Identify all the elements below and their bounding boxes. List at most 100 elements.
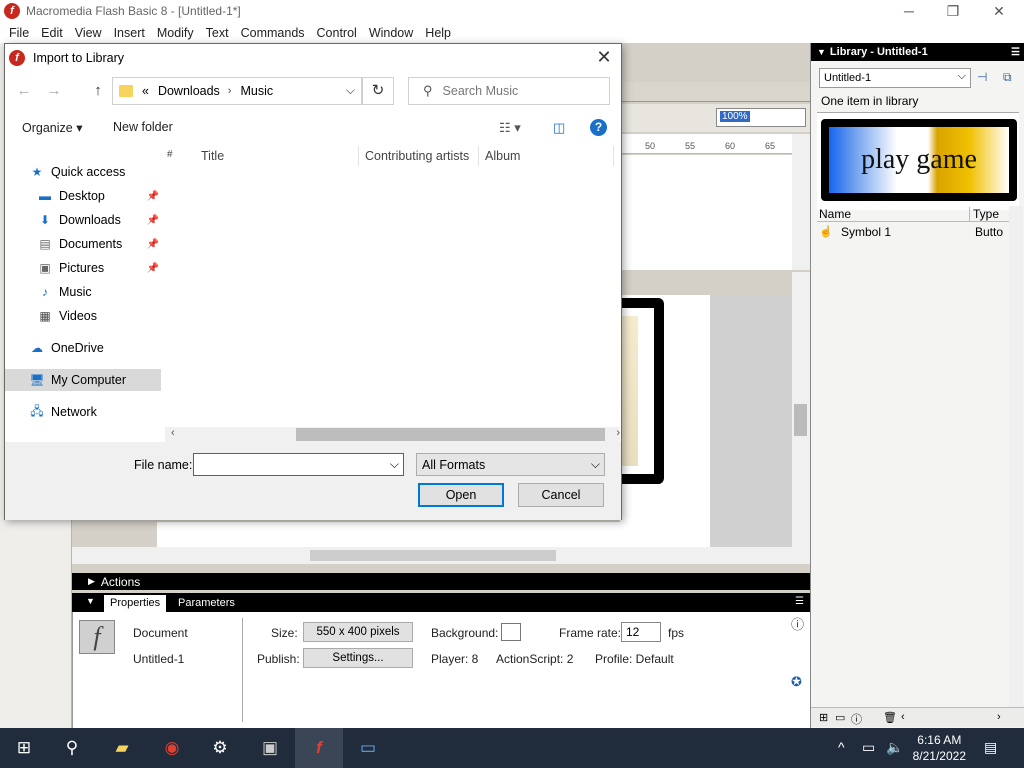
new-folder-icon[interactable]: ▭ [835, 711, 845, 724]
menu-commands[interactable]: Commands [235, 26, 311, 40]
file-explorer-icon[interactable]: ▰ [98, 728, 146, 768]
pin-library-icon[interactable]: ⊣ [977, 70, 987, 84]
cancel-button[interactable]: Cancel [518, 483, 604, 507]
nav-my-computer[interactable]: 🖥 My Computer [5, 369, 161, 391]
column-number[interactable]: # [167, 149, 173, 160]
background-color-swatch[interactable] [501, 623, 521, 641]
nav-desktop[interactable]: ▬ Desktop 📌 [5, 185, 161, 207]
start-windows-icon[interactable]: ⊞ [0, 728, 48, 768]
nav-music[interactable]: ♪ Music [5, 281, 161, 303]
scroll-right-icon[interactable]: › [616, 427, 620, 439]
notification-icon[interactable]: ▤ [984, 739, 997, 756]
filename-input[interactable]: ⌵ [193, 453, 404, 476]
chevron-down-icon[interactable]: ⌵ [390, 457, 399, 472]
properties-icon[interactable]: ⓘ [851, 711, 862, 727]
collapse-triangle-icon[interactable]: ▼ [86, 596, 95, 606]
timeline-frames[interactable] [620, 155, 792, 270]
size-button[interactable]: 550 x 400 pixels [303, 622, 413, 642]
library-item[interactable]: ☝ Symbol 1 Butto [817, 224, 1017, 241]
column-type[interactable]: Type [969, 207, 999, 221]
timeline-scrollbar[interactable] [792, 134, 810, 270]
search-box[interactable]: ⚲ Search Music [408, 77, 610, 105]
close-button[interactable]: ✕ [976, 0, 1022, 22]
new-library-panel-icon[interactable]: ⧉ [1003, 70, 1012, 85]
volume-icon[interactable]: 🔈 [886, 739, 903, 756]
menu-control[interactable]: Control [311, 26, 363, 40]
accessibility-icon[interactable]: ✪ [791, 674, 802, 690]
actions-panel-header[interactable]: ▶ Actions [72, 573, 810, 590]
dialog-close-button[interactable]: ✕ [593, 47, 615, 69]
nav-pictures[interactable]: ▣ Pictures 📌 [5, 257, 161, 279]
menu-view[interactable]: View [69, 26, 108, 40]
chrome-icon[interactable]: ◉ [148, 728, 196, 768]
menu-text[interactable]: Text [200, 26, 235, 40]
network-status-icon[interactable]: ▭ [862, 739, 875, 756]
scroll-left-icon[interactable]: ‹ [901, 711, 905, 723]
chevron-up-icon[interactable]: ^ [838, 739, 845, 755]
refresh-button[interactable]: ↻ [362, 77, 394, 105]
tab-parameters[interactable]: Parameters [172, 595, 241, 612]
menu-window[interactable]: Window [363, 26, 419, 40]
menu-help[interactable]: Help [419, 26, 457, 40]
file-list[interactable] [165, 168, 615, 426]
view-options-icon[interactable]: ☷ ▾ [499, 120, 521, 136]
framerate-input[interactable]: 12 [621, 622, 661, 642]
app-window-icon[interactable]: ▣ [246, 728, 294, 768]
organize-button[interactable]: Organize ▾ [22, 120, 82, 135]
library-header[interactable]: ▼ Library - Untitled-1 ☰ [811, 43, 1024, 61]
actions-label: Actions [100, 574, 141, 589]
library-scrollbar[interactable] [1009, 206, 1023, 716]
new-symbol-icon[interactable]: ⊞ [819, 711, 828, 724]
breadcrumb-music[interactable]: Music [240, 84, 273, 98]
nav-downloads[interactable]: ⬇ Downloads 📌 [5, 209, 161, 231]
flash-taskbar-icon[interactable]: f [295, 728, 343, 768]
address-bar[interactable]: « Downloads › Music ⌵ [112, 77, 362, 105]
search-icon[interactable]: ⚲ [48, 728, 96, 768]
menu-insert[interactable]: Insert [108, 26, 151, 40]
column-contributing-artists[interactable]: Contributing artists [365, 149, 469, 163]
app-icon[interactable]: ▭ [344, 728, 392, 768]
breadcrumb-overflow[interactable]: « [142, 84, 149, 98]
help-icon[interactable]: ⓘ [791, 614, 804, 633]
panel-menu-icon[interactable]: ☰ [795, 596, 804, 607]
help-icon[interactable]: ? [590, 119, 607, 136]
new-folder-button[interactable]: New folder [113, 120, 173, 134]
nav-onedrive[interactable]: ☁ OneDrive [5, 337, 161, 359]
menu-modify[interactable]: Modify [151, 26, 200, 40]
stage-vertical-scroll-thumb[interactable] [794, 404, 807, 436]
up-arrow-icon[interactable]: ↑ [87, 80, 109, 102]
forward-arrow-icon[interactable]: → [43, 80, 65, 102]
stage-horizontal-scroll-thumb[interactable] [310, 550, 556, 561]
preview-pane-icon[interactable]: ◫ [553, 120, 565, 136]
nav-quick-access[interactable]: ★ Quick access [5, 161, 161, 183]
delete-icon[interactable]: 🗑 [883, 711, 897, 724]
file-format-select[interactable]: All Formats ⌵ [416, 453, 605, 476]
column-album[interactable]: Album [485, 149, 520, 163]
menu-edit[interactable]: Edit [35, 26, 69, 40]
library-document-select[interactable]: Untitled-1 [819, 68, 971, 88]
panel-menu-icon[interactable]: ☰ [1011, 47, 1020, 58]
scroll-left-icon[interactable]: ‹ [171, 427, 175, 439]
nav-videos[interactable]: ▦ Videos [5, 305, 161, 327]
breadcrumb-downloads[interactable]: Downloads [158, 84, 220, 98]
tab-properties[interactable]: Properties [104, 595, 167, 612]
file-list-horizontal-scrollbar[interactable]: ‹ › [165, 427, 620, 442]
maximize-button[interactable]: ❐ [930, 0, 976, 22]
back-arrow-icon[interactable]: ← [13, 80, 35, 102]
nav-documents[interactable]: ▤ Documents 📌 [5, 233, 161, 255]
stage-bottom[interactable] [157, 522, 707, 547]
zoom-select[interactable]: 100% [716, 108, 806, 127]
clock-date: 8/21/2022 [912, 749, 966, 763]
settings-gear-icon[interactable]: ⚙ [196, 728, 244, 768]
scroll-thumb[interactable] [296, 428, 605, 441]
column-name[interactable]: Name [819, 207, 851, 221]
column-title[interactable]: Title [201, 149, 224, 163]
minimize-button[interactable]: ─ [886, 0, 932, 22]
chevron-down-icon[interactable]: ⌵ [346, 83, 355, 98]
open-button[interactable]: Open [418, 483, 504, 507]
menu-file[interactable]: File [3, 26, 35, 40]
scroll-right-icon[interactable]: › [997, 711, 1001, 723]
settings-button[interactable]: Settings... [303, 648, 413, 668]
nav-network[interactable]: 🖧 Network [5, 401, 161, 423]
clock[interactable]: 6:16 AM 8/21/2022 [913, 732, 966, 764]
